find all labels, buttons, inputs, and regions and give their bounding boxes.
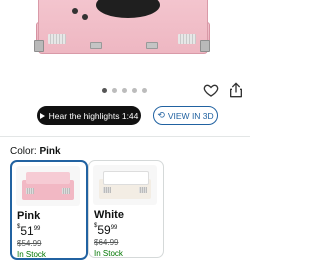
color-option-white[interactable]: White $5999 $64.99 In Stock [88, 160, 164, 258]
price: $5999 [94, 223, 117, 237]
product-image[interactable] [0, 0, 250, 80]
price-whole: 59 [97, 223, 111, 237]
color-option-name: Pink [17, 210, 41, 222]
price-fraction: 99 [33, 226, 41, 232]
carousel-dot[interactable] [132, 88, 137, 93]
carousel-dot-active[interactable] [102, 88, 107, 93]
view-in-3d-label: VIEW IN 3D [167, 110, 214, 121]
color-selector-label: Color: Pink [10, 146, 61, 157]
heart-icon[interactable] [203, 82, 219, 98]
carousel-dot[interactable] [122, 88, 127, 93]
control-knob [82, 14, 88, 20]
play-icon [39, 112, 45, 119]
color-thumbnail-pink [16, 166, 80, 206]
thumbnail-speaker [26, 188, 34, 194]
case-latch [146, 42, 158, 49]
thumbnail-lid [103, 171, 149, 185]
color-label: Color: [10, 146, 37, 157]
carousel-dot[interactable] [142, 88, 147, 93]
list-price: $54.99 [17, 239, 42, 248]
control-knob [72, 8, 78, 14]
thumbnail-speaker [103, 187, 111, 193]
thumbnail-speaker [62, 188, 70, 194]
stock-status: In Stock [94, 249, 123, 258]
speaker-grille [48, 34, 66, 44]
carousel-dots [102, 88, 147, 93]
price-whole: 51 [20, 224, 34, 238]
stock-status: In Stock [17, 250, 46, 259]
speaker-grille [178, 34, 196, 44]
cube-rotate-icon: ⟲ [157, 110, 165, 120]
case-corner [34, 40, 44, 52]
hear-highlights-label: Hear the highlights 1:44 [48, 110, 139, 121]
case-latch [90, 42, 102, 49]
section-divider [0, 136, 250, 137]
thumbnail-speaker [139, 187, 147, 193]
thumbnail-lid [26, 172, 70, 184]
price: $5199 [17, 224, 40, 238]
color-option-pink[interactable]: Pink $5199 $54.99 In Stock [10, 160, 88, 260]
view-in-3d-button[interactable]: ⟲ VIEW IN 3D [153, 106, 218, 125]
list-price: $64.99 [94, 238, 119, 247]
color-thumbnail-white [93, 165, 157, 205]
color-option-name: White [94, 209, 124, 221]
share-icon[interactable] [229, 82, 243, 98]
carousel-dot[interactable] [112, 88, 117, 93]
hear-highlights-button[interactable]: Hear the highlights 1:44 [37, 106, 141, 125]
price-fraction: 99 [110, 225, 118, 231]
selected-color-value: Pink [39, 146, 61, 157]
case-corner [200, 40, 210, 52]
